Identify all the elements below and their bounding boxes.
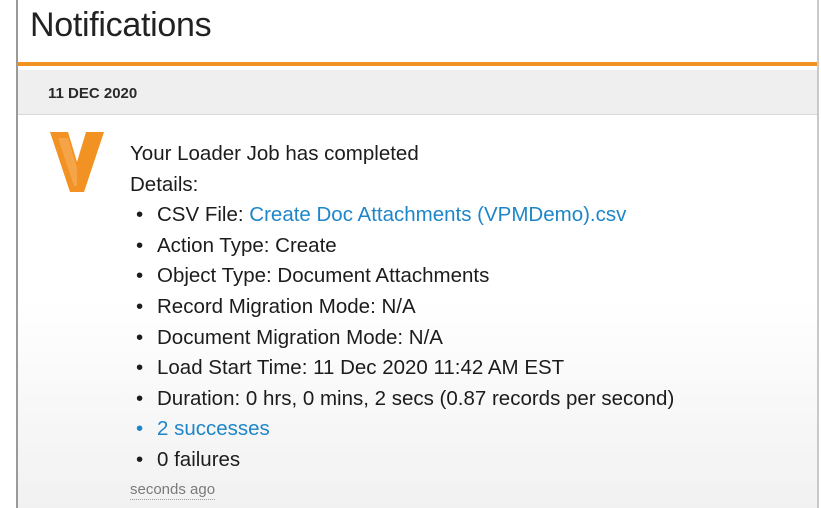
list-item-failures: • 0 failures bbox=[136, 447, 241, 471]
date-group-header: 11 DEC 2020 bbox=[18, 70, 817, 115]
list-item-load-start-time: • Load Start Time: 11 Dec 2020 11:42 AM E… bbox=[136, 356, 565, 380]
list-item-successes: • 2 successes bbox=[136, 417, 270, 441]
notification-timestamp: seconds ago bbox=[130, 481, 216, 500]
notification-heading: Your Loader Job has completed bbox=[130, 142, 419, 165]
action-type-text: Action Type: Create bbox=[157, 233, 337, 257]
failures-text: 0 failures bbox=[157, 447, 241, 471]
object-type-text: Object Type: Document Attachments bbox=[157, 264, 490, 288]
load-start-time-text: Load Start Time: 11 Dec 2020 11:42 AM ES… bbox=[157, 356, 565, 380]
list-item-csv-file: • CSV File: Create Doc Attachments (VPMDe… bbox=[136, 203, 627, 227]
notification-body: Your Loader Job has completed Details: •… bbox=[130, 139, 809, 476]
list-item-record-migration-mode: • Record Migration Mode: N/A bbox=[136, 294, 416, 318]
duration-text: Duration: 0 hrs, 0 mins, 2 secs (0.87 re… bbox=[157, 386, 675, 410]
details-list: • CSV File: Create Doc Attachments (VPMDe… bbox=[130, 200, 809, 475]
veeva-v-logo-icon bbox=[50, 132, 104, 192]
date-label: 11 DEC 2020 bbox=[48, 85, 138, 102]
csv-file-label: CSV File: bbox=[157, 203, 250, 227]
details-label: Details: bbox=[130, 172, 199, 196]
record-migration-mode-text: Record Migration Mode: N/A bbox=[157, 294, 416, 318]
successes-link[interactable]: 2 successes bbox=[157, 417, 270, 440]
csv-file-link[interactable]: Create Doc Attachments (VPMDemo).csv bbox=[249, 203, 626, 226]
list-item-object-type: • Object Type: Document Attachments bbox=[136, 264, 490, 288]
document-migration-mode-text: Document Migration Mode: N/A bbox=[157, 325, 443, 349]
header-divider bbox=[18, 62, 817, 66]
list-item-duration: • Duration: 0 hrs, 0 mins, 2 secs (0.87 r… bbox=[136, 386, 675, 410]
page-title: Notifications bbox=[30, 6, 212, 44]
notifications-panel: Notifications 11 DEC 2020 Your Loader Jo… bbox=[16, 0, 819, 508]
list-item-action-type: • Action Type: Create bbox=[136, 233, 337, 257]
list-item-document-migration-mode: • Document Migration Mode: N/A bbox=[136, 325, 443, 349]
